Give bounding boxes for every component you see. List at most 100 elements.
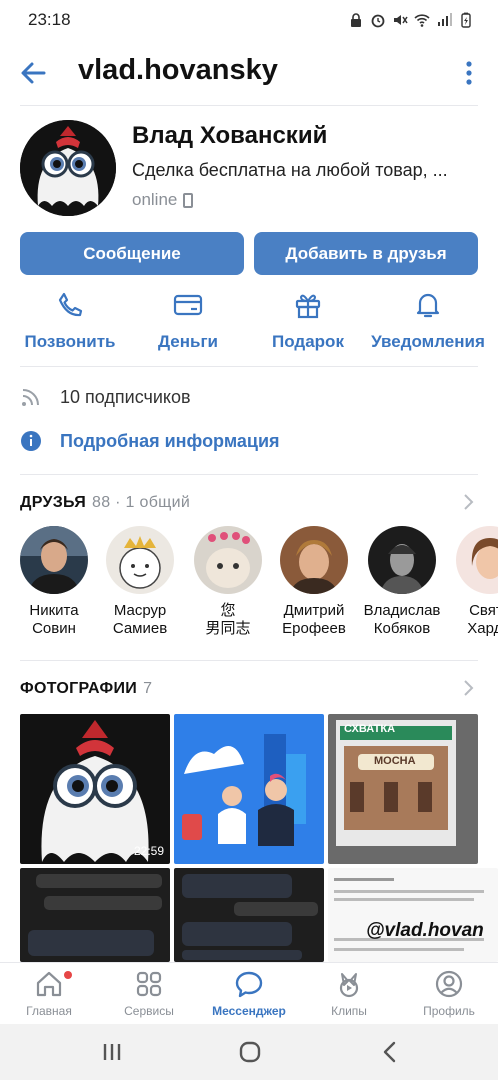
friend-last-name: Кобяков [373, 620, 431, 637]
services-icon [136, 971, 162, 997]
friend-first-name: 您 [220, 602, 236, 619]
call-label: Позвонить [24, 332, 116, 351]
bell-icon [416, 293, 440, 318]
profile-icon [435, 970, 463, 998]
rss-icon [22, 389, 39, 406]
friend-item[interactable]: 您 男同志 [182, 526, 274, 638]
nav-profile-label: Профиль [423, 1004, 475, 1018]
friends-count: 88 · 1 общий [92, 494, 191, 511]
gift-icon [295, 294, 321, 319]
nav-messenger[interactable]: Мессенджер [204, 969, 294, 1018]
nav-services-label: Сервисы [124, 1004, 174, 1018]
photo-watermark: @vlad.hovan [366, 920, 484, 941]
chevron-right-icon[interactable] [462, 678, 476, 698]
back-arrow-icon[interactable] [18, 58, 48, 88]
details-link: Подробная информация [60, 430, 280, 451]
notifications-label: Уведомления [371, 332, 485, 351]
friend-avatar [368, 526, 436, 594]
header-divider [20, 105, 478, 106]
friend-last-name: Совин [32, 620, 76, 637]
photo-thumbnail[interactable] [174, 868, 324, 962]
gift-label: Подарок [272, 332, 344, 351]
nav-clips-label: Клипы [331, 1004, 367, 1018]
friend-item[interactable]: Масрур Самиев [94, 526, 186, 638]
home-button-icon[interactable] [236, 1038, 264, 1066]
friends-header[interactable]: ДРУЗЬЯ 88 · 1 общий [20, 494, 190, 512]
photos-count: 7 [143, 680, 153, 697]
gift-action[interactable]: Подарок [248, 290, 368, 352]
message-button[interactable]: Сообщение [20, 232, 244, 275]
status-time: 23:18 [28, 10, 71, 29]
friend-avatar [106, 526, 174, 594]
photo-banner-text: СХВАТКА [344, 723, 396, 735]
actions-divider [20, 366, 478, 367]
friend-avatar [280, 526, 348, 594]
nav-home[interactable]: Главная [4, 969, 94, 1018]
friends-title: ДРУЗЬЯ [20, 494, 87, 511]
online-label: online [132, 190, 178, 209]
friend-first-name: Никита [29, 602, 79, 619]
friend-first-name: Масрур [113, 602, 167, 619]
system-navigation-bar [0, 1024, 498, 1080]
friend-avatar [456, 526, 498, 594]
friend-first-name: Владислав [363, 602, 441, 619]
profile-name: Влад Хованский [132, 122, 328, 149]
profile-status[interactable]: Сделка бесплатна на любой товар, ... [132, 160, 482, 181]
photo-thumbnail[interactable] [174, 714, 324, 864]
nav-services[interactable]: Сервисы [104, 969, 194, 1018]
friend-avatar [20, 526, 88, 594]
vk-profile-screen: { "status_bar": { "time": "23:18" }, "he… [0, 0, 498, 1080]
bottom-navigation: Главная Сервисы Мессенджер Клипы Профиль [0, 962, 498, 1024]
money-action[interactable]: Деньги [128, 290, 248, 352]
subscribers-count: 10 подписчиков [60, 386, 191, 407]
status-icons [348, 12, 474, 28]
clips-icon [339, 973, 359, 998]
friend-item[interactable]: Свято Хардм [444, 526, 498, 638]
photos-header[interactable]: ФОТОГРАФИИ 7 [20, 680, 152, 698]
photo-thumbnail[interactable]: 22:59 [20, 714, 170, 864]
add-friend-button[interactable]: Добавить в друзья [254, 232, 478, 275]
photo-thumbnail[interactable]: @vlad.hovan [328, 868, 498, 962]
friend-avatar [194, 526, 262, 594]
profile-avatar[interactable] [20, 120, 116, 216]
back-button-icon[interactable] [376, 1038, 404, 1066]
friend-last-name: 男同志 [205, 620, 251, 637]
lock-icon [351, 13, 361, 27]
call-action[interactable]: Позвонить [10, 290, 130, 352]
chevron-right-icon[interactable] [462, 492, 476, 512]
home-icon [36, 971, 62, 997]
subscribers-row[interactable]: 10 подписчиков [20, 386, 191, 408]
notifications-action[interactable]: Уведомления [368, 290, 488, 352]
app-header: vlad.hovansky [0, 44, 498, 102]
friend-last-name: Ерофеев [282, 620, 346, 637]
recent-apps-icon[interactable] [98, 1038, 126, 1066]
nav-clips[interactable]: Клипы [304, 969, 394, 1018]
photo-sign-text: МОСНА [374, 755, 416, 767]
nav-messenger-label: Мессенджер [212, 1004, 286, 1018]
photo-thumbnail[interactable]: СХВАТКА МОСНА [328, 714, 478, 864]
friends-divider [20, 660, 478, 661]
status-bar: 23:18 [0, 0, 498, 40]
info-divider [20, 474, 478, 475]
photo-thumbnail[interactable] [20, 868, 170, 962]
mute-icon [394, 15, 408, 25]
friend-last-name: Самиев [112, 620, 168, 637]
friend-first-name: Свято [469, 602, 498, 619]
photos-title: ФОТОГРАФИИ [20, 680, 138, 697]
friend-item[interactable]: Никита Совин [8, 526, 100, 638]
phone-icon [58, 292, 83, 317]
friend-item[interactable]: Дмитрий Ерофеев [268, 526, 360, 638]
nav-profile[interactable]: Профиль [404, 969, 494, 1018]
details-row[interactable]: Подробная информация [20, 430, 280, 452]
mobile-device-icon [183, 192, 194, 208]
more-options-icon[interactable] [458, 58, 480, 88]
info-icon [21, 431, 41, 451]
signal-icon [438, 13, 452, 26]
money-label: Деньги [157, 332, 219, 351]
page-title: vlad.hovansky [78, 54, 278, 86]
wifi-icon [414, 14, 430, 27]
card-icon [173, 294, 203, 316]
friend-item[interactable]: Владислав Кобяков [356, 526, 448, 638]
notification-dot [64, 971, 72, 979]
nav-home-label: Главная [26, 1004, 72, 1018]
